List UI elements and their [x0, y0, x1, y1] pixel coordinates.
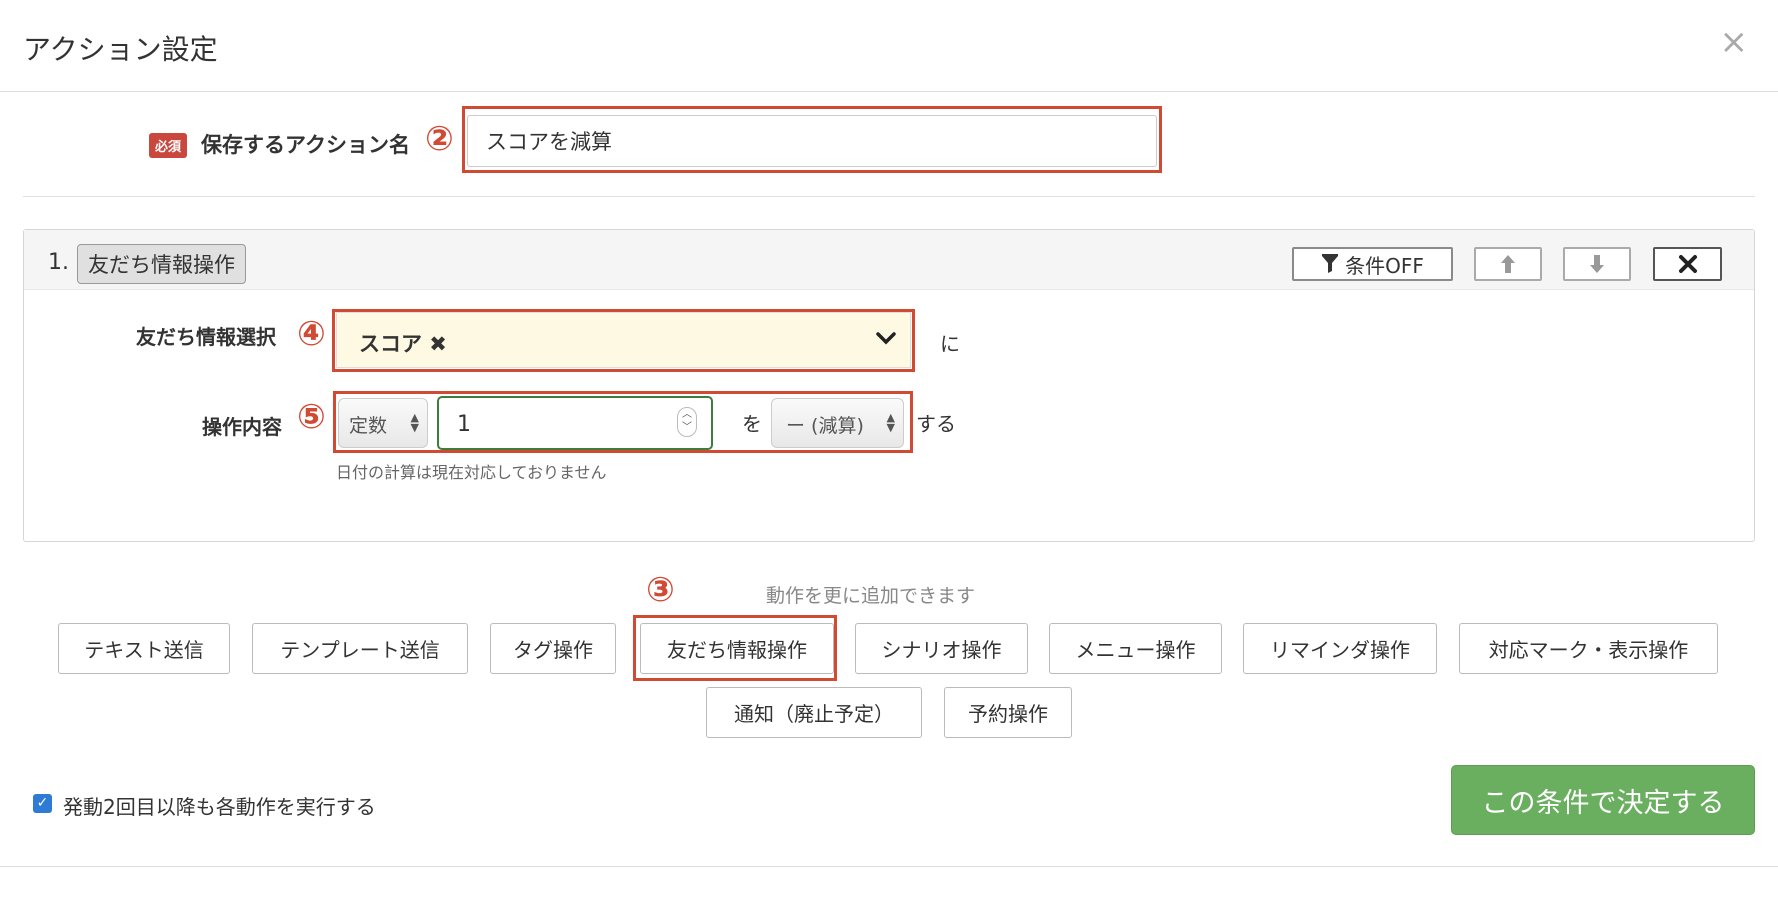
operation-value: 1: [457, 412, 471, 437]
add-text-send-button[interactable]: テキスト送信: [58, 623, 230, 674]
marker-4: ④: [297, 314, 326, 354]
add-notification-button[interactable]: 通知（廃止予定）: [706, 687, 922, 738]
move-up-button[interactable]: [1474, 247, 1542, 281]
action-panel-header: 1. 友だち情報操作 条件OFF: [24, 230, 1754, 290]
add-menu-operation-button[interactable]: メニュー操作: [1049, 623, 1222, 674]
add-template-send-button[interactable]: テンプレート送信: [252, 623, 468, 674]
operation-note: 日付の計算は現在対応しておりません: [336, 463, 607, 482]
friend-info-suffix: に: [940, 332, 960, 356]
add-mark-display-operation-button[interactable]: 対応マーク・表示操作: [1459, 623, 1718, 674]
arrow-up-icon: [1501, 255, 1515, 273]
divider: [23, 196, 1755, 197]
move-down-button[interactable]: [1563, 247, 1631, 281]
select-arrows-icon: ▲ ▼: [886, 411, 895, 434]
modal-header: アクション設定 ×: [0, 0, 1778, 92]
condition-toggle-label: 条件OFF: [1345, 253, 1424, 278]
close-icon[interactable]: ×: [1720, 22, 1749, 62]
operation-suffix: する: [916, 412, 956, 436]
action-type-tag: 友だち情報操作: [77, 244, 246, 284]
action-panel: 1. 友だち情報操作 条件OFF 友だち情報選択 ④ スコア ✖ に 操作内容 …: [23, 229, 1755, 542]
operation-label: 操作内容: [202, 415, 282, 439]
marker-2: ②: [425, 119, 454, 159]
add-tag-operation-button[interactable]: タグ操作: [490, 623, 616, 674]
repeat-checkbox[interactable]: ✓: [33, 794, 52, 813]
operation-particle: を: [742, 412, 762, 436]
value-type-value: 定数: [349, 415, 388, 437]
add-reservation-operation-button[interactable]: 予約操作: [944, 687, 1072, 738]
friend-info-select[interactable]: スコア ✖: [336, 312, 911, 368]
friend-info-label: 友だち情報選択: [136, 325, 276, 349]
add-reminder-operation-button[interactable]: リマインダ操作: [1243, 623, 1437, 674]
value-type-select[interactable]: 定数 ▲ ▼: [338, 398, 428, 448]
delete-x-icon: [1678, 255, 1697, 273]
action-name-input[interactable]: [467, 115, 1157, 167]
arrow-down-icon: [1590, 255, 1604, 273]
add-action-hint: 動作を更に追加できます: [766, 585, 976, 607]
operator-select[interactable]: ー (減算) ▲ ▼: [771, 398, 904, 448]
required-badge: 必須: [149, 133, 188, 158]
action-name-row: 必須 保存するアクション名 ②: [0, 92, 1778, 198]
delete-action-button[interactable]: [1653, 247, 1722, 281]
modal-title: アクション設定: [23, 33, 218, 66]
friend-info-selected-value[interactable]: スコア ✖: [359, 328, 447, 358]
marker-5: ⑤: [297, 397, 326, 437]
chevron-down-icon: [876, 332, 896, 345]
add-friend-info-operation-button[interactable]: 友だち情報操作: [640, 623, 834, 674]
filter-icon: [1322, 254, 1339, 273]
operator-value: ー (減算): [786, 415, 864, 437]
operation-value-input[interactable]: 1 ︿ ﹀: [437, 396, 713, 450]
add-scenario-operation-button[interactable]: シナリオ操作: [855, 623, 1028, 674]
number-spinner-icon[interactable]: ︿ ﹀: [677, 407, 697, 437]
marker-3: ③: [646, 570, 675, 610]
select-arrows-icon: ▲ ▼: [410, 411, 419, 434]
action-name-label: 保存するアクション名: [201, 133, 410, 157]
action-index: 1.: [48, 250, 69, 275]
condition-toggle-button[interactable]: 条件OFF: [1292, 247, 1453, 281]
repeat-checkbox-label: 発動2回目以降も各動作を実行する: [63, 795, 376, 819]
bottom-divider: [0, 866, 1778, 867]
submit-button[interactable]: この条件で決定する: [1451, 765, 1755, 835]
